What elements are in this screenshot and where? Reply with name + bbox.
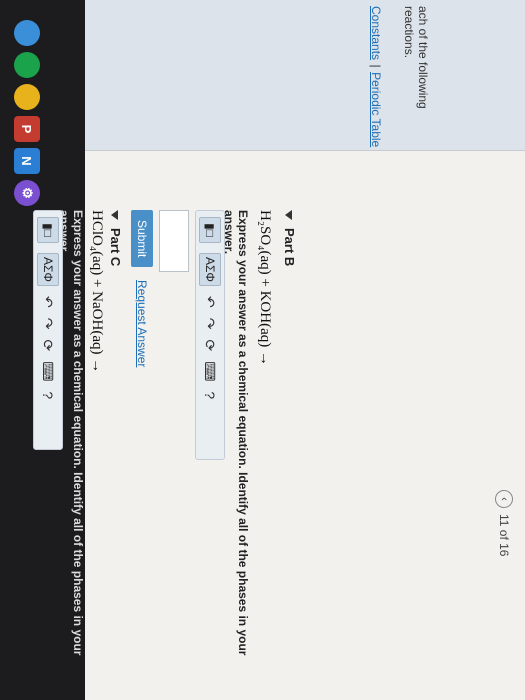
part-b-title: Part B	[282, 228, 297, 267]
request-answer-link[interactable]: Request Answer	[135, 280, 149, 367]
prompt-line-2: reactions.	[402, 6, 416, 59]
symbols-button[interactable]: AΣΦ	[199, 253, 221, 286]
constants-link[interactable]: Constants	[369, 6, 383, 60]
reset-icon[interactable]: ⟳	[202, 339, 219, 351]
powerpoint-icon[interactable]: P	[14, 116, 40, 142]
keyboard-icon[interactable]: ⌨	[202, 361, 219, 381]
sidebar-links: Constants | Periodic Table	[367, 6, 385, 147]
undo-icon[interactable]: ↶	[202, 296, 219, 308]
reset-icon[interactable]: ⟳	[40, 339, 57, 351]
part-b-instruction: Express your answer as a chemical equati…	[222, 210, 250, 656]
part-b-toolbar: ▮□ AΣΦ ↶ ↷ ⟳ ⌨ ?	[195, 210, 225, 460]
browser-icon[interactable]	[14, 20, 40, 46]
redo-icon[interactable]: ↷	[202, 318, 219, 330]
app-icon-green[interactable]	[14, 52, 40, 78]
redo-icon[interactable]: ↷	[40, 318, 57, 330]
caret-down-icon	[284, 210, 292, 220]
part-c-equation: HClO₄(aq) + NaOH(aq) →	[89, 210, 105, 374]
submit-button[interactable]: Submit	[131, 210, 153, 268]
part-c-header[interactable]: Part C	[108, 210, 123, 266]
help-icon[interactable]: ?	[202, 391, 218, 399]
part-c-title: Part C	[108, 228, 123, 267]
settings-gear-icon[interactable]: ⚙	[14, 180, 40, 206]
onenote-icon[interactable]: N	[14, 148, 40, 174]
link-separator: |	[369, 64, 383, 68]
template-button[interactable]: ▮□	[199, 217, 221, 243]
screen: Constants | Periodic Table ach of the fo…	[0, 0, 525, 700]
main-content: ‹ 11 of 16 Part B H₂SO₄(aq) + KOH(aq) → …	[85, 150, 525, 700]
caret-down-icon	[110, 210, 118, 220]
pager: ‹ 11 of 16	[495, 490, 513, 556]
prompt-line-1: ach of the following	[416, 6, 430, 109]
sidebar: Constants | Periodic Table ach of the fo…	[85, 0, 525, 151]
taskbar: Express your answer as a chemical equati…	[0, 0, 85, 700]
part-b-equation: H₂SO₄(aq) + KOH(aq) →	[257, 210, 273, 366]
undo-icon[interactable]: ↶	[40, 296, 57, 308]
sidebar-prompt: ach of the following reactions.	[402, 6, 430, 109]
part-b-answer-input[interactable]	[159, 210, 189, 272]
symbols-button[interactable]: AΣΦ	[37, 253, 59, 286]
template-button[interactable]: ▮□	[37, 217, 59, 243]
help-icon[interactable]: ?	[40, 391, 56, 399]
part-c-toolbar: ▮□ AΣΦ ↶ ↷ ⟳ ⌨ ?	[33, 210, 63, 450]
keyboard-icon[interactable]: ⌨	[40, 361, 57, 381]
pager-label: 11 of 16	[497, 514, 511, 557]
chevron-left-icon[interactable]: ‹	[495, 490, 513, 508]
part-b-header[interactable]: Part B	[282, 210, 297, 266]
periodic-table-link[interactable]: Periodic Table	[369, 72, 383, 147]
app-icon-yellow[interactable]	[14, 84, 40, 110]
